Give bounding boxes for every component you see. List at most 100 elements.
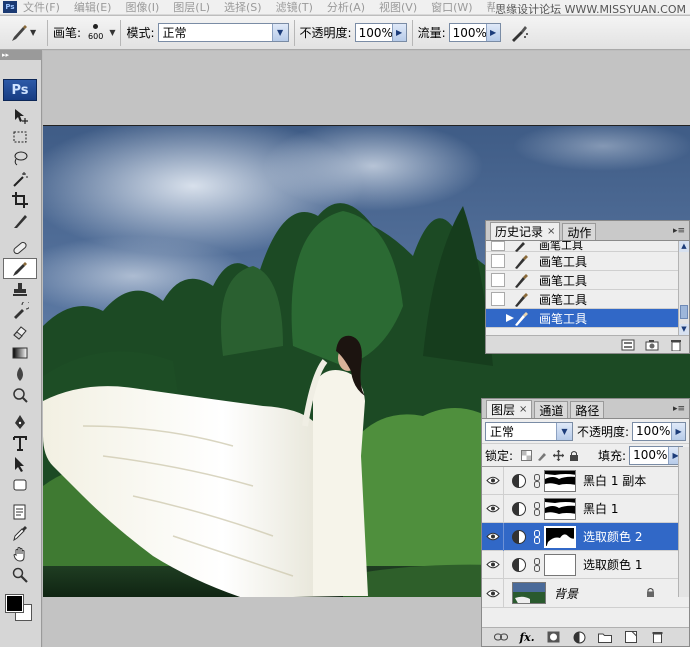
layer-mask-thumbnail[interactable] (544, 553, 576, 576)
zoom-icon[interactable] (3, 564, 37, 585)
shape-icon[interactable] (3, 474, 37, 495)
history-item-selected[interactable]: 画笔工具 (486, 309, 689, 328)
trash-icon[interactable] (669, 339, 683, 351)
close-icon[interactable]: × (519, 404, 527, 415)
gradient-icon[interactable] (3, 342, 37, 363)
history-brush-icon[interactable] (3, 300, 37, 321)
clone-stamp-icon[interactable] (3, 279, 37, 300)
chevron-right-icon[interactable]: ▶ (671, 422, 686, 440)
chevron-right-icon[interactable]: ▶ (391, 24, 406, 41)
menu-view[interactable]: 视图(V) (379, 0, 417, 14)
panel-grip[interactable]: ▸▸ (0, 50, 41, 60)
layer-name[interactable]: 选取颜色 1 (583, 556, 642, 573)
path-selection-icon[interactable] (3, 453, 37, 474)
layer-opacity-field[interactable]: 100% ▶ (632, 421, 687, 441)
lock-transparent-icon[interactable] (520, 449, 532, 461)
menu-window[interactable]: 窗口(W) (431, 0, 472, 14)
visibility-eye-icon[interactable] (482, 579, 504, 607)
lock-all-icon[interactable] (568, 449, 580, 461)
dodge-icon[interactable] (3, 384, 37, 405)
mask-link-icon[interactable] (532, 557, 542, 572)
chevron-down-icon[interactable]: ▼ (271, 24, 288, 41)
history-checkbox[interactable] (491, 292, 505, 306)
group-icon[interactable] (598, 631, 612, 643)
flow-field[interactable]: 100% ▶ (448, 23, 501, 42)
visibility-eye-icon[interactable] (482, 550, 504, 579)
fill-value[interactable]: 100% (630, 448, 668, 462)
hand-icon[interactable] (3, 543, 37, 564)
foreground-color-swatch[interactable] (5, 594, 24, 613)
scroll-thumb[interactable] (680, 305, 688, 319)
lock-position-icon[interactable] (552, 449, 564, 461)
visibility-eye-icon[interactable] (482, 467, 504, 495)
layer-mask-thumbnail[interactable] (544, 525, 576, 548)
link-layers-icon[interactable] (494, 631, 508, 643)
crop-icon[interactable] (3, 189, 37, 210)
magic-wand-icon[interactable] (3, 168, 37, 189)
layer-name[interactable]: 背景 (554, 585, 578, 602)
history-scrollbar[interactable]: ▲ ▼ (678, 241, 689, 335)
visibility-eye-icon[interactable] (482, 494, 504, 523)
menu-edit[interactable]: 编辑(E) (74, 0, 112, 14)
slice-icon[interactable] (3, 210, 37, 231)
mask-link-icon[interactable] (532, 529, 542, 544)
type-icon[interactable] (3, 432, 37, 453)
menu-image[interactable]: 图像(I) (125, 0, 159, 14)
visibility-eye-icon[interactable] (482, 522, 504, 551)
close-icon[interactable]: × (547, 226, 555, 237)
layer-row-selected[interactable]: 选取颜色 2 (482, 522, 689, 551)
panel-menu-icon[interactable]: ▸≡ (673, 226, 685, 236)
marquee-icon[interactable] (3, 126, 37, 147)
blend-mode-select[interactable]: 正常 ▼ (485, 421, 573, 441)
menu-file[interactable]: 文件(F) (23, 0, 60, 14)
layer-name[interactable]: 选取颜色 2 (583, 528, 642, 545)
menu-filter[interactable]: 滤镜(T) (276, 0, 313, 14)
history-checkbox[interactable] (491, 273, 505, 287)
opacity-value[interactable]: 100% (356, 26, 393, 40)
tab-paths[interactable]: 路径 (570, 401, 605, 418)
mask-link-icon[interactable] (532, 473, 542, 488)
history-item[interactable]: 画笔工具 (486, 271, 689, 290)
move-icon[interactable] (3, 105, 37, 126)
healing-brush-icon[interactable] (3, 237, 37, 258)
layer-thumbnail[interactable] (512, 582, 546, 604)
trash-icon[interactable] (650, 631, 664, 643)
fill-field[interactable]: 100% ▶ (629, 445, 684, 465)
scroll-down-icon[interactable]: ▼ (679, 324, 689, 335)
layer-mask-thumbnail[interactable] (544, 497, 576, 520)
history-checkbox[interactable] (491, 241, 505, 251)
lock-image-icon[interactable] (536, 449, 548, 461)
lasso-icon[interactable] (3, 147, 37, 168)
chevron-down-icon[interactable]: ▼ (556, 422, 572, 440)
menu-analysis[interactable]: 分析(A) (327, 0, 365, 14)
flow-value[interactable]: 100% (450, 26, 487, 40)
pen-icon[interactable] (3, 411, 37, 432)
new-document-from-state-icon[interactable] (621, 339, 635, 351)
notes-icon[interactable] (3, 501, 37, 522)
layer-row-background[interactable]: 背景 (482, 579, 689, 608)
layer-opacity-value[interactable]: 100% (633, 424, 671, 438)
opacity-field[interactable]: 100% ▶ (354, 23, 407, 42)
eraser-icon[interactable] (3, 321, 37, 342)
tab-history[interactable]: 历史记录 × (490, 222, 561, 240)
panel-menu-icon[interactable]: ▸≡ (673, 404, 685, 414)
history-item[interactable]: 画笔工具 (486, 241, 689, 252)
layer-row[interactable]: 黑白 1 副本 (482, 467, 689, 495)
mode-select[interactable]: 正常 ▼ (157, 23, 289, 42)
brush-icon[interactable] (3, 258, 37, 279)
history-checkbox[interactable] (491, 254, 505, 268)
history-item[interactable]: 画笔工具 (486, 290, 689, 309)
layer-row[interactable]: 选取颜色 1 (482, 550, 689, 579)
new-layer-icon[interactable] (624, 631, 638, 643)
eyedropper-icon[interactable] (3, 522, 37, 543)
layer-mask-thumbnail[interactable] (544, 469, 576, 492)
history-item[interactable]: 画笔工具 (486, 252, 689, 271)
layer-row[interactable]: 黑白 1 (482, 494, 689, 523)
layer-name[interactable]: 黑白 1 副本 (583, 472, 646, 489)
chevron-right-icon[interactable]: ▶ (485, 24, 500, 41)
brush-picker[interactable]: 600 (88, 24, 103, 41)
tab-layers[interactable]: 图层 × (486, 400, 533, 418)
scroll-up-icon[interactable]: ▲ (679, 241, 689, 252)
new-snapshot-icon[interactable] (645, 339, 659, 351)
add-mask-icon[interactable] (546, 631, 560, 643)
